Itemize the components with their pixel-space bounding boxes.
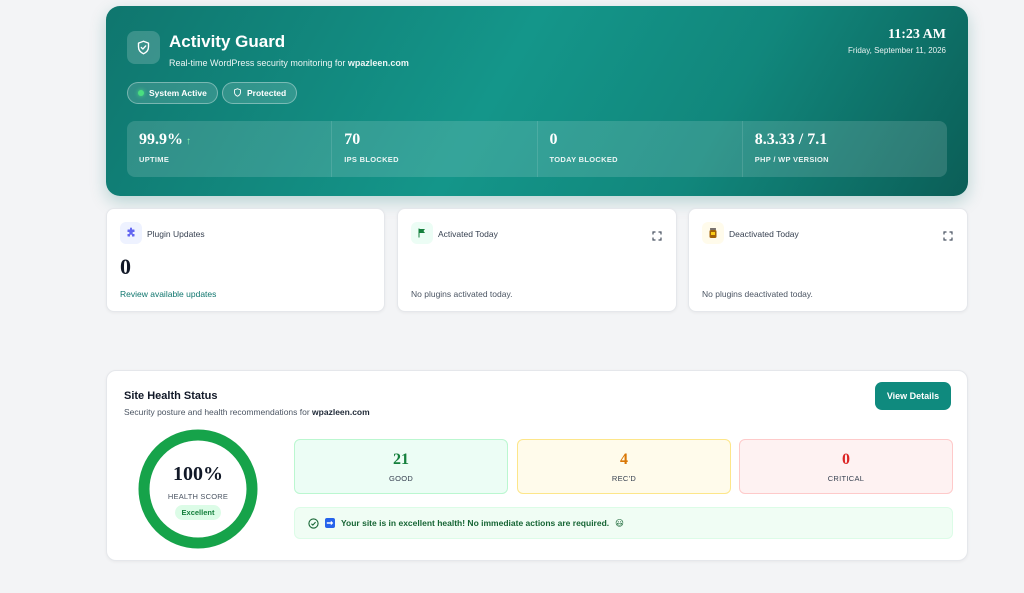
status-dot-icon (138, 90, 144, 96)
jar-icon (702, 222, 724, 244)
shield-icon (233, 87, 242, 99)
check-circle-icon (308, 517, 319, 529)
plugin-updates-card: Plugin Updates 0 Review available update… (106, 208, 385, 312)
site-health-panel: Site Health Status Security posture and … (106, 370, 968, 561)
hero-banner: Activity Guard Real-time WordPress secur… (106, 6, 968, 196)
puzzle-icon (120, 222, 142, 244)
updates-count: 0 (120, 254, 131, 279)
review-updates-link[interactable]: Review available updates (120, 289, 216, 299)
stat-version: 8.3.33 / 7.1 PHP / WP VERSION (754, 131, 829, 164)
health-score-arc (138, 429, 258, 549)
health-score-ring (138, 429, 258, 549)
system-active-badge: System Active (127, 82, 218, 104)
expand-icon[interactable] (943, 228, 953, 241)
stats-bar: 99.9% ↑ UPTIME 70 IPS BLOCKED 0 TODAY BLO… (127, 121, 947, 177)
card-title: Plugin Updates (147, 229, 205, 239)
app-title: Activity Guard (169, 32, 286, 51)
activated-today-card: Activated Today No plugins activated tod… (397, 208, 677, 312)
shield-check-icon (127, 31, 160, 64)
stat-uptime: 99.9% ↑ UPTIME (127, 121, 333, 177)
health-title: Site Health Status (124, 390, 218, 402)
deactivated-empty-text: No plugins deactivated today. (702, 289, 813, 299)
app-subtitle: Real-time WordPress security monitoring … (169, 58, 409, 68)
view-details-button[interactable]: View Details (875, 382, 951, 410)
metric-critical: 0 CRITICAL (739, 439, 953, 494)
metric-good: 21 GOOD (294, 439, 508, 494)
clock-date: Friday, September 11, 2026 (848, 46, 946, 55)
health-subtitle: Security posture and health recommendati… (124, 407, 370, 417)
health-status-badge: Excellent (175, 505, 221, 520)
stat-today-blocked: 0 TODAY BLOCKED (538, 121, 743, 177)
trend-up-icon: ↑ (186, 136, 191, 147)
health-message: Your site is in excellent health! No imm… (294, 507, 953, 539)
card-title: Deactivated Today (729, 229, 799, 239)
health-score-label: HEALTH SCORE (167, 492, 229, 501)
deactivated-today-card: Deactivated Today No plugins deactivated… (688, 208, 968, 312)
protected-badge: Protected (222, 82, 298, 104)
clock-time: 11:23 AM (888, 27, 946, 42)
smile-emoji-icon: 😃 (615, 517, 625, 528)
stat-ips-blocked: 70 IPS BLOCKED (332, 121, 538, 177)
card-title: Activated Today (438, 229, 498, 239)
activated-empty-text: No plugins activated today. (411, 289, 513, 299)
health-score-value: 100% (173, 463, 223, 485)
arrow-right-icon (325, 518, 335, 528)
metric-recommended: 4 REC'D (517, 439, 731, 494)
expand-icon[interactable] (652, 228, 662, 241)
flag-icon (411, 222, 433, 244)
